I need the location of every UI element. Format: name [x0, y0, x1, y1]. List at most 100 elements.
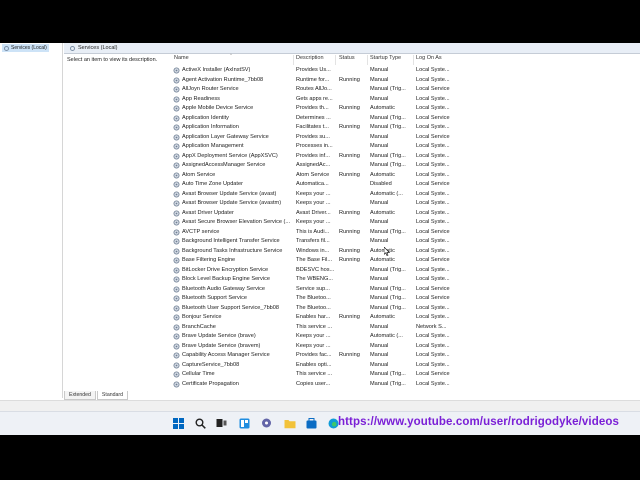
service-gear-icon [173, 77, 180, 84]
column-header-status[interactable]: Status [339, 55, 355, 65]
service-status: Running [339, 209, 360, 216]
service-name: Cellular Time [182, 371, 215, 377]
service-row[interactable]: Application Identity Determines ... Manual… [172, 114, 640, 124]
service-name: AssignedAccessManager Service [182, 162, 266, 168]
service-status: Running [339, 228, 360, 235]
service-row[interactable]: ActiveX Installer (AxInstSV) Provides Us.… [172, 66, 640, 76]
service-name: Agent Activation Runtime_7bb08 [182, 76, 264, 83]
service-row[interactable]: Brave Update Service (brave) Keeps your .… [172, 332, 640, 342]
store-icon[interactable] [305, 417, 318, 430]
column-divider[interactable] [293, 55, 294, 65]
service-row[interactable]: Application Information Facilitates t... R… [172, 123, 640, 133]
service-row[interactable]: Base Filtering Engine The Base Fil... Runn… [172, 256, 640, 266]
task-view-icon[interactable] [215, 417, 228, 430]
service-log-on-as: Local Syste... [416, 152, 450, 159]
service-log-on-as: Local Syste... [416, 162, 450, 168]
chat-icon[interactable] [260, 417, 273, 430]
service-log-on-as: Local Service [416, 86, 450, 92]
service-row[interactable]: Background Tasks Infrastructure Service W… [172, 247, 640, 257]
service-log-on-as: Local Syste... [416, 95, 450, 102]
service-startup-type: Manual [370, 200, 389, 206]
service-row[interactable]: Bluetooth Support Service The Bluetoo... M… [172, 294, 640, 304]
tree-node-services-local[interactable]: Services (Local) [2, 44, 49, 52]
service-row[interactable]: Background Intelligent Transfer Service T… [172, 237, 640, 247]
service-row[interactable]: AVCTP service This is Audi... Running Manua… [172, 228, 640, 238]
service-startup-type: Disabled [370, 181, 392, 187]
service-gear-icon [173, 343, 180, 350]
column-header-log-on-as[interactable]: Log On As [416, 55, 442, 65]
service-row[interactable]: Auto Time Zone Updater Automatica... Disab… [172, 180, 640, 190]
tree-node-label: Services (Local) [11, 45, 47, 51]
service-row[interactable]: Agent Activation Runtime_7bb08 Runtime fo… [172, 76, 640, 86]
service-row[interactable]: AssignedAccessManager Service AssignedAc.… [172, 161, 640, 171]
service-name: Brave Update Service (bravem) [182, 342, 261, 349]
service-startup-type: Manual [370, 219, 389, 225]
service-log-on-as: Local Syste... [416, 342, 450, 349]
service-log-on-as: Local Syste... [416, 276, 450, 282]
service-startup-type: Manual (Trig... [370, 162, 406, 168]
service-log-on-as: Local Service [416, 133, 450, 140]
service-gear-icon [173, 286, 180, 293]
service-gear-icon [173, 200, 180, 207]
service-row[interactable]: Avast Browser Update Service (avast) Keep… [172, 190, 640, 200]
column-header-name[interactable]: Name [174, 55, 189, 65]
service-row[interactable]: AllJoyn Router Service Routes AllJo... Man… [172, 85, 640, 95]
service-row[interactable]: Cellular Time This service ... Manual (Tri… [172, 370, 640, 380]
service-startup-type: Automatic [370, 209, 395, 216]
service-log-on-as: Local Syste... [416, 143, 450, 149]
service-row[interactable]: Certificate Propagation Copies user... Man… [172, 380, 640, 390]
service-status: Running [339, 152, 360, 159]
service-row[interactable]: Avast Driver Updater Avast Driver... Runni… [172, 209, 640, 219]
service-startup-type: Manual (Trig... [370, 285, 406, 292]
service-row[interactable]: BitLocker Drive Encryption Service BDESVC… [172, 266, 640, 276]
console-tree: Services (Local) [0, 43, 63, 398]
widgets-icon[interactable] [238, 417, 251, 430]
service-description: Transfers fil... [296, 238, 330, 244]
service-row[interactable]: Avast Secure Browser Elevation Service (… [172, 218, 640, 228]
tab-extended[interactable]: Extended [64, 391, 96, 400]
service-row[interactable]: BranchCache This service ... Manual Network… [172, 323, 640, 333]
service-startup-type: Automatic [370, 314, 395, 320]
service-log-on-as: Local Syste... [416, 200, 450, 206]
tab-standard[interactable]: Standard [96, 391, 128, 400]
service-description: This service ... [296, 371, 333, 377]
column-header-description[interactable]: Description [296, 55, 324, 65]
service-startup-type: Automatic (... [370, 190, 403, 197]
column-divider[interactable] [367, 55, 368, 65]
service-row[interactable]: Capability Access Manager Service Provide… [172, 351, 640, 361]
service-description: This is Audi... [296, 228, 330, 235]
service-description: Keeps your ... [296, 219, 331, 225]
search-icon[interactable] [194, 417, 207, 430]
service-row[interactable]: Bonjour Service Enables har... Running Auto… [172, 313, 640, 323]
service-row[interactable]: Application Layer Gateway Service Provide… [172, 133, 640, 143]
column-divider[interactable] [335, 55, 336, 65]
service-gear-icon [173, 314, 180, 321]
service-row[interactable]: Bluetooth Audio Gateway Service Service s… [172, 285, 640, 295]
service-gear-icon [173, 210, 180, 217]
service-log-on-as: Local Syste... [416, 238, 450, 244]
service-name: Application Layer Gateway Service [182, 133, 269, 140]
file-explorer-icon[interactable] [283, 417, 296, 430]
service-gear-icon [173, 305, 180, 312]
service-description: Service sup... [296, 285, 330, 292]
service-row[interactable]: Bluetooth User Support Service_7bb08 The … [172, 304, 640, 314]
service-row[interactable]: Apple Mobile Device Service Provides th..… [172, 104, 640, 114]
service-row[interactable]: Brave Update Service (bravem) Keeps your … [172, 342, 640, 352]
pane-title: Services (Local) [78, 45, 118, 51]
service-name: Avast Browser Update Service (avast) [182, 190, 277, 197]
system-tray-clock[interactable] [610, 416, 634, 428]
column-divider[interactable] [413, 55, 414, 65]
windows-start-icon[interactable] [172, 417, 185, 430]
service-name: Base Filtering Engine [182, 257, 236, 263]
service-row[interactable]: Avast Browser Update Service (avastm) Kee… [172, 199, 640, 209]
service-row[interactable]: App Readiness Gets apps re... Manual Local … [172, 95, 640, 105]
service-row[interactable]: CaptureService_7bb08 Enables opti... Manua… [172, 361, 640, 371]
service-name: AVCTP service [182, 228, 220, 235]
service-row[interactable]: Block Level Backup Engine Service The WBE… [172, 275, 640, 285]
service-row[interactable]: Atom Service Atom Service Running Automatic… [172, 171, 640, 181]
service-row[interactable]: AppX Deployment Service (AppXSVC) Provide… [172, 152, 640, 162]
service-row[interactable]: Application Management Processes in... Man… [172, 142, 640, 152]
column-header-startup-type[interactable]: Startup Type [370, 55, 401, 65]
service-status: Running [339, 314, 360, 320]
taskbar: https://www.youtube.com/user/rodrigodyke… [0, 411, 640, 435]
